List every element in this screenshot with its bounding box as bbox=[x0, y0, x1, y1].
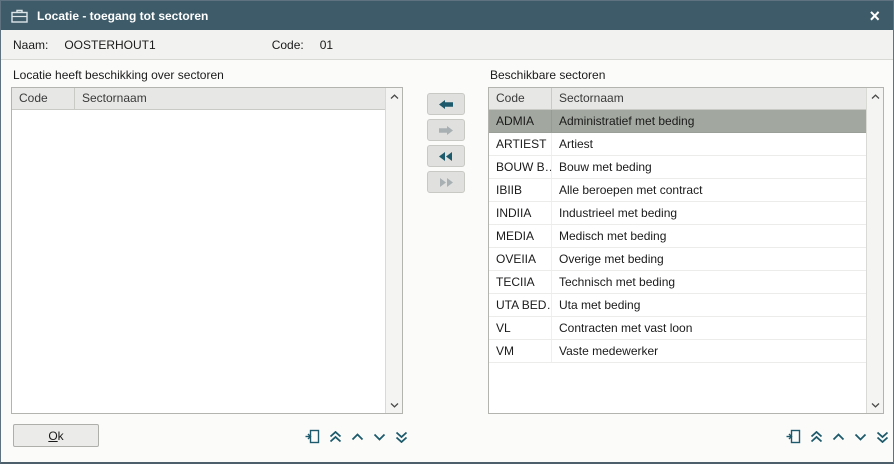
row-sectornaam: Vaste medewerker bbox=[552, 340, 866, 362]
scroll-down-arrow-icon[interactable] bbox=[386, 396, 402, 413]
table-row[interactable]: BOUW B…Bouw met beding bbox=[489, 156, 866, 179]
double-arrow-right-icon bbox=[438, 177, 454, 188]
ok-label: Ok bbox=[48, 429, 63, 443]
row-code: TECIIA bbox=[489, 271, 552, 293]
code-label: Code: bbox=[272, 38, 304, 52]
move-all-left-button[interactable] bbox=[427, 145, 465, 167]
chevron-up-icon bbox=[832, 433, 845, 441]
move-right-button[interactable] bbox=[427, 119, 465, 141]
scrollbar[interactable] bbox=[385, 88, 402, 413]
table-row[interactable]: UTA BED…Uta met beding bbox=[489, 294, 866, 317]
naam-label: Naam: bbox=[13, 38, 48, 52]
chevron-up-icon bbox=[351, 433, 364, 441]
table-row[interactable]: OVEIIAOverige met beding bbox=[489, 248, 866, 271]
row-code: INDIIA bbox=[489, 202, 552, 224]
right-panel-title: Beschikbare sectoren bbox=[490, 68, 605, 82]
page-arrow-icon bbox=[305, 429, 320, 444]
record-header: Naam: OOSTERHOUT1 Code: 01 bbox=[1, 30, 893, 60]
title-bar: Locatie - toegang tot sectoren × bbox=[1, 1, 893, 30]
assigned-sectors-body bbox=[12, 110, 385, 413]
column-header-code[interactable]: Code bbox=[489, 88, 552, 109]
scroll-track[interactable] bbox=[386, 105, 402, 396]
column-header-code[interactable]: Code bbox=[12, 88, 75, 109]
available-sectors-body: ADMIAAdministratief met bedingARTIESTArt… bbox=[489, 110, 866, 413]
row-sectornaam: Technisch met beding bbox=[552, 271, 866, 293]
row-sectornaam: Artiest bbox=[552, 133, 866, 155]
table-row[interactable]: VLContracten met vast loon bbox=[489, 317, 866, 340]
row-code: MEDIA bbox=[489, 225, 552, 247]
scroll-down-arrow-icon[interactable] bbox=[867, 396, 883, 413]
row-code: ARTIEST bbox=[489, 133, 552, 155]
table-header: Code Sectornaam bbox=[12, 88, 385, 110]
double-chevron-up-icon bbox=[329, 431, 342, 443]
table-row[interactable]: ADMIAAdministratief met beding bbox=[489, 110, 866, 133]
page-arrow-icon bbox=[786, 429, 801, 444]
double-chevron-up-icon bbox=[810, 431, 823, 443]
code-value: 01 bbox=[320, 38, 333, 52]
row-sectornaam: Administratief met beding bbox=[552, 110, 866, 132]
row-sectornaam: Medisch met beding bbox=[552, 225, 866, 247]
scroll-up-arrow-icon[interactable] bbox=[386, 88, 402, 105]
window-title: Locatie - toegang tot sectoren bbox=[37, 9, 857, 23]
double-arrow-left-icon bbox=[438, 151, 454, 162]
table-row[interactable]: ARTIESTArtiest bbox=[489, 133, 866, 156]
row-code: ADMIA bbox=[489, 110, 552, 132]
row-sectornaam: Contracten met vast loon bbox=[552, 317, 866, 339]
row-sectornaam: Bouw met beding bbox=[552, 156, 866, 178]
scrollbar[interactable] bbox=[866, 88, 883, 413]
row-code: BOUW B… bbox=[489, 156, 552, 178]
close-icon[interactable]: × bbox=[866, 7, 883, 25]
scroll-to-top-button[interactable] bbox=[807, 426, 826, 448]
row-code: IBIIB bbox=[489, 179, 552, 201]
double-chevron-down-icon bbox=[876, 431, 889, 443]
left-panel-title: Locatie heeft beschikking over sectoren bbox=[13, 68, 224, 82]
row-code: VL bbox=[489, 317, 552, 339]
arrow-left-icon bbox=[438, 99, 454, 110]
move-left-button[interactable] bbox=[427, 93, 465, 115]
table-row[interactable]: IBIIBAlle beroepen met contract bbox=[489, 179, 866, 202]
scroll-down-button[interactable] bbox=[370, 426, 389, 448]
briefcase-icon bbox=[11, 9, 28, 23]
ok-button[interactable]: Ok bbox=[13, 424, 99, 447]
transfer-buttons bbox=[427, 93, 465, 193]
table-header: Code Sectornaam bbox=[489, 88, 866, 110]
table-row[interactable]: INDIIAIndustrieel met beding bbox=[489, 202, 866, 225]
table-row[interactable]: TECIIATechnisch met beding bbox=[489, 271, 866, 294]
scroll-track[interactable] bbox=[867, 105, 883, 396]
dialog-window: Locatie - toegang tot sectoren × Naam: O… bbox=[0, 0, 894, 464]
assigned-sectors-table: Code Sectornaam bbox=[11, 87, 403, 414]
scroll-to-top-button[interactable] bbox=[326, 426, 345, 448]
scroll-to-bottom-button[interactable] bbox=[392, 426, 411, 448]
row-sectornaam: Overige met beding bbox=[552, 248, 866, 270]
chevron-down-icon bbox=[854, 433, 867, 441]
scroll-down-button[interactable] bbox=[851, 426, 870, 448]
row-code: VM bbox=[489, 340, 552, 362]
row-sectornaam: Industrieel met beding bbox=[552, 202, 866, 224]
scroll-to-bottom-button[interactable] bbox=[873, 426, 892, 448]
row-code: UTA BED… bbox=[489, 294, 552, 316]
row-sectornaam: Uta met beding bbox=[552, 294, 866, 316]
scroll-up-arrow-icon[interactable] bbox=[867, 88, 883, 105]
scroll-up-button[interactable] bbox=[829, 426, 848, 448]
table-row[interactable]: VMVaste medewerker bbox=[489, 340, 866, 363]
arrow-right-icon bbox=[438, 125, 454, 136]
double-chevron-down-icon bbox=[395, 431, 408, 443]
naam-value: OOSTERHOUT1 bbox=[64, 38, 155, 52]
row-sectornaam: Alle beroepen met contract bbox=[552, 179, 866, 201]
goto-row-button[interactable] bbox=[302, 426, 323, 448]
goto-row-button[interactable] bbox=[783, 426, 804, 448]
column-header-sectornaam[interactable]: Sectornaam bbox=[75, 88, 385, 109]
left-record-nav bbox=[302, 425, 411, 448]
table-row[interactable]: MEDIAMedisch met beding bbox=[489, 225, 866, 248]
scroll-up-button[interactable] bbox=[348, 426, 367, 448]
chevron-down-icon bbox=[373, 433, 386, 441]
right-record-nav bbox=[783, 425, 892, 448]
column-header-sectornaam[interactable]: Sectornaam bbox=[552, 88, 866, 109]
available-sectors-table: Code Sectornaam ADMIAAdministratief met … bbox=[488, 87, 884, 414]
move-all-right-button[interactable] bbox=[427, 171, 465, 193]
row-code: OVEIIA bbox=[489, 248, 552, 270]
